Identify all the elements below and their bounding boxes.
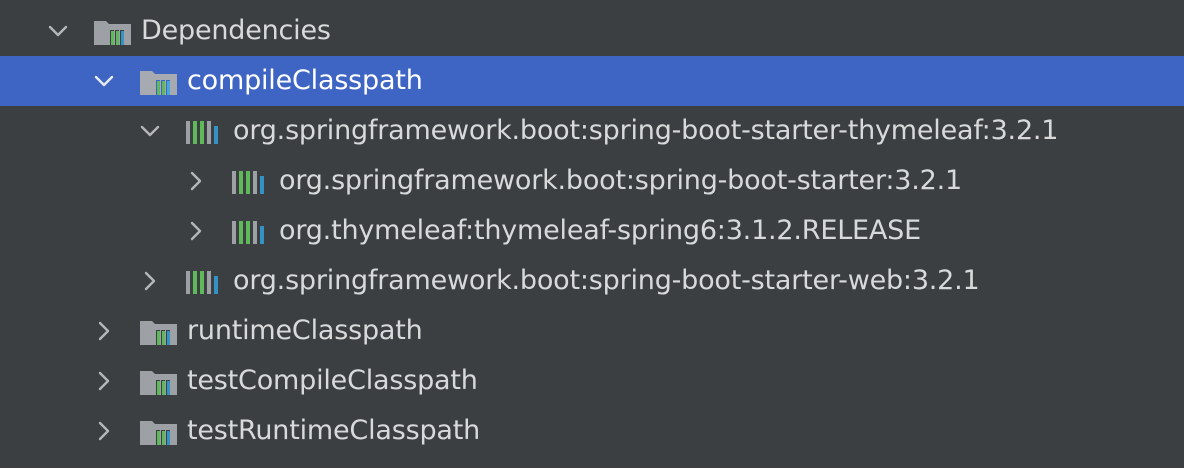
library-icon — [186, 118, 226, 146]
tree-node-label: org.springframework.boot:spring-boot-sta… — [233, 265, 980, 296]
tree-node-label: org.springframework.boot:spring-boot-sta… — [279, 165, 962, 196]
tree-node-test-compile-classpath[interactable]: testCompileClasspath — [0, 356, 1184, 406]
dependencies-tree: Dependencies compileClasspath org.spring… — [0, 0, 1184, 468]
tree-node-compile-classpath[interactable]: compileClasspath — [0, 56, 1184, 106]
chevron-down-icon[interactable] — [92, 69, 116, 93]
folder-library-icon — [139, 368, 179, 396]
folder-library-icon — [139, 68, 179, 96]
chevron-right-icon[interactable] — [184, 219, 208, 243]
tree-node-label: runtimeClasspath — [187, 315, 423, 346]
tree-node-label: testCompileClasspath — [187, 365, 478, 396]
tree-node-label: Dependencies — [141, 15, 331, 46]
tree-node-label: org.springframework.boot:spring-boot-sta… — [233, 115, 1059, 146]
tree-node-dependencies[interactable]: Dependencies — [0, 6, 1184, 56]
tree-node-test-runtime-classpath[interactable]: testRuntimeClasspath — [0, 406, 1184, 456]
chevron-right-icon[interactable] — [184, 169, 208, 193]
tree-node-dependency[interactable]: org.thymeleaf:thymeleaf-spring6:3.1.2.RE… — [0, 206, 1184, 256]
chevron-right-icon[interactable] — [138, 269, 162, 293]
tree-node-runtime-classpath[interactable]: runtimeClasspath — [0, 306, 1184, 356]
chevron-right-icon[interactable] — [92, 369, 116, 393]
tree-node-label: org.thymeleaf:thymeleaf-spring6:3.1.2.RE… — [279, 215, 921, 246]
library-icon — [232, 168, 272, 196]
chevron-down-icon[interactable] — [138, 119, 162, 143]
chevron-right-icon[interactable] — [92, 319, 116, 343]
tree-node-dependency[interactable]: org.springframework.boot:spring-boot-sta… — [0, 156, 1184, 206]
folder-library-icon — [93, 18, 133, 46]
chevron-down-icon[interactable] — [46, 19, 70, 43]
tree-node-dependency[interactable]: org.springframework.boot:spring-boot-sta… — [0, 106, 1184, 156]
tree-node-label: testRuntimeClasspath — [187, 415, 481, 446]
folder-library-icon — [139, 318, 179, 346]
library-icon — [186, 268, 226, 296]
tree-node-dependency[interactable]: org.springframework.boot:spring-boot-sta… — [0, 256, 1184, 306]
tree-node-label: compileClasspath — [187, 65, 423, 96]
library-icon — [232, 218, 272, 246]
chevron-right-icon[interactable] — [92, 419, 116, 443]
folder-library-icon — [139, 418, 179, 446]
